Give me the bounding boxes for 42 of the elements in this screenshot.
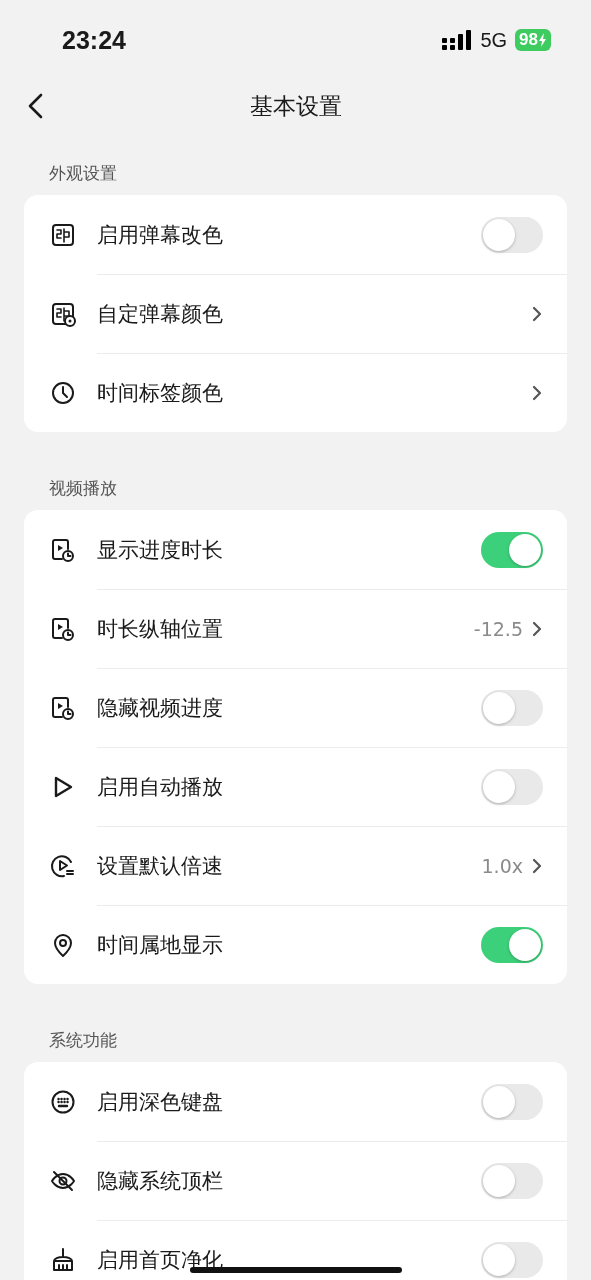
setting-label: 时长纵轴位置	[97, 615, 223, 643]
toggle-switch[interactable]	[481, 926, 543, 963]
section-title: 外观设置	[48, 162, 118, 185]
video-clock-icon	[50, 615, 76, 642]
setting-label: 时间属地显示	[97, 931, 223, 959]
chevron-right-icon[interactable]	[531, 383, 543, 402]
clock-icon	[50, 379, 76, 406]
toggle-switch[interactable]	[481, 1083, 543, 1120]
play-speed-icon	[50, 852, 76, 879]
setting-value: -12.5	[473, 617, 523, 640]
section-title: 系统功能	[48, 1029, 118, 1052]
toggle-switch[interactable]	[481, 1162, 543, 1199]
setting-label: 隐藏视频进度	[97, 694, 223, 722]
section-title: 视频播放	[48, 477, 118, 500]
chevron-right-icon[interactable]	[531, 856, 543, 875]
setting-label: 时间标签颜色	[97, 379, 223, 407]
video-clock-icon	[50, 694, 76, 721]
chevron-right-icon[interactable]	[531, 619, 543, 638]
broom-icon	[50, 1246, 76, 1273]
setting-label: 显示进度时长	[97, 536, 223, 564]
setting-label: 启用自动播放	[97, 773, 223, 801]
danmu-gear-icon	[50, 300, 76, 327]
toggle-switch[interactable]	[481, 531, 543, 568]
chevron-right-icon[interactable]	[531, 304, 543, 323]
setting-label: 隐藏系统顶栏	[97, 1167, 223, 1195]
toggle-switch[interactable]	[481, 1241, 543, 1278]
network-type: 5G	[480, 28, 508, 52]
video-clock-icon	[50, 536, 76, 563]
setting-value: 1.0x	[481, 854, 523, 877]
page-title: 基本设置	[249, 91, 342, 121]
setting-label: 设置默认倍速	[97, 852, 223, 880]
toggle-switch[interactable]	[481, 768, 543, 805]
keyboard-icon	[50, 1088, 76, 1115]
setting-label: 启用深色键盘	[97, 1088, 223, 1116]
setting-label: 自定弹幕颜色	[97, 300, 223, 328]
toggle-switch[interactable]	[481, 689, 543, 726]
danmu-icon	[50, 221, 76, 248]
setting-label: 启用弹幕改色	[97, 221, 223, 249]
battery-indicator: 98	[515, 29, 551, 51]
toggle-switch[interactable]	[481, 216, 543, 253]
signal-icon	[442, 30, 473, 50]
status-time: 23:24	[62, 25, 126, 55]
